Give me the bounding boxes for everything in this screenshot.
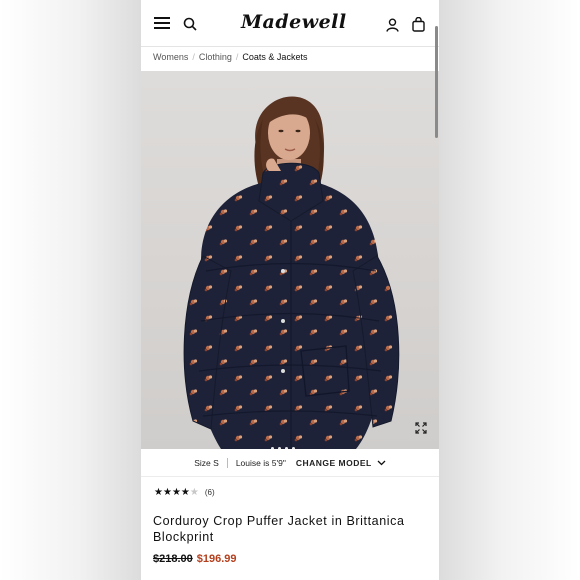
breadcrumb-womens[interactable]: Womens bbox=[153, 52, 188, 62]
breadcrumb-clothing[interactable]: Clothing bbox=[199, 52, 232, 62]
review-count[interactable]: (6) bbox=[205, 488, 215, 497]
price-block: $218.00 $196.99 bbox=[153, 553, 237, 565]
star-empty-icon: ★ bbox=[189, 487, 199, 498]
menu-icon[interactable] bbox=[154, 17, 170, 30]
carousel-dots[interactable] bbox=[269, 437, 297, 449]
left-blur-backdrop bbox=[0, 0, 141, 580]
model-height-text: Louise is 5'9" bbox=[235, 457, 286, 468]
star-icon: ★ bbox=[154, 487, 163, 498]
model-size-text: Size S bbox=[194, 457, 219, 468]
chevron-down-icon bbox=[377, 460, 386, 465]
search-icon[interactable] bbox=[183, 17, 197, 36]
account-icon[interactable] bbox=[386, 18, 399, 37]
breadcrumb-current: Coats & Jackets bbox=[242, 52, 308, 62]
breadcrumb-separator: / bbox=[192, 52, 195, 62]
bag-icon[interactable] bbox=[412, 16, 425, 37]
breadcrumb-separator: / bbox=[235, 52, 239, 62]
madewell-logo[interactable]: Madewell bbox=[241, 11, 346, 33]
star-icon: ★ bbox=[162, 487, 172, 498]
expand-icon[interactable] bbox=[415, 421, 427, 439]
right-blur-backdrop bbox=[439, 0, 580, 580]
mobile-screen: Madewell Womens / Clothing / Coats & Jackets bbox=[141, 0, 439, 580]
sale-price: $196.99 bbox=[196, 553, 237, 565]
divider bbox=[226, 457, 228, 468]
star-icon: ★ bbox=[180, 487, 190, 498]
product-title: Corduroy Crop Puffer Jacket in Brittanic… bbox=[153, 514, 405, 544]
star-icon: ★ bbox=[171, 487, 181, 498]
star-rating: ★★★★★ bbox=[154, 487, 199, 498]
model-photo bbox=[183, 96, 400, 449]
product-rating[interactable]: ★★★★★ (6) bbox=[154, 487, 215, 498]
model-info-bar: Size S Louise is 5'9" CHANGE MODEL bbox=[141, 449, 439, 477]
change-model-button[interactable]: CHANGE MODEL bbox=[296, 458, 386, 468]
scrollbar[interactable] bbox=[435, 26, 438, 138]
original-price: $218.00 bbox=[153, 553, 193, 565]
site-header: Madewell bbox=[141, 0, 439, 47]
change-model-label: CHANGE MODEL bbox=[295, 457, 372, 468]
product-image[interactable] bbox=[141, 71, 439, 449]
breadcrumb: Womens / Clothing / Coats & Jackets bbox=[153, 52, 307, 62]
